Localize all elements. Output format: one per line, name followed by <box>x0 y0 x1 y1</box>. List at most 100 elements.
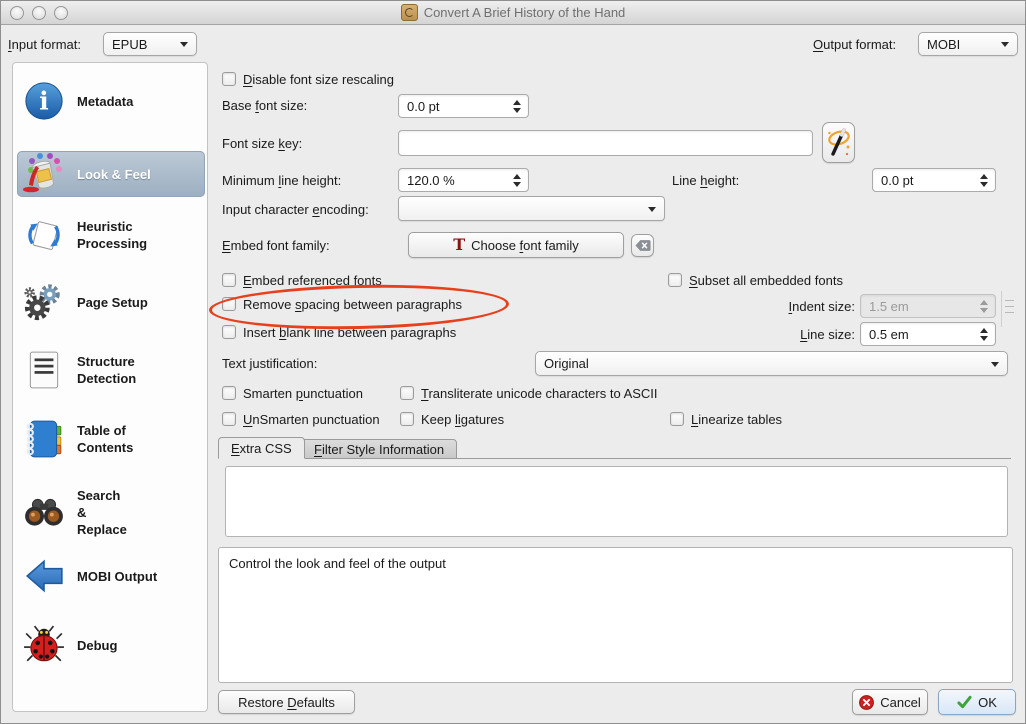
remove-spacing-checkbox[interactable] <box>222 297 236 311</box>
embed-font-family-label: Embed font family: <box>222 238 330 254</box>
splitter-grip[interactable] <box>1004 297 1015 321</box>
keep-ligatures-checkbox[interactable] <box>400 412 414 426</box>
sidebar-item-label: Metadata <box>77 93 197 110</box>
clear-font-family-button[interactable] <box>631 234 654 257</box>
cancel-button[interactable]: Cancel <box>852 689 928 715</box>
insert-blank-line-label: Insert blank line between paragraphs <box>243 325 456 340</box>
tab-filter-style-label: Filter Style Information <box>314 442 444 457</box>
chevron-down-icon <box>991 362 999 367</box>
input-format-label: Input format: <box>8 37 81 53</box>
spinner-arrows-icon <box>975 300 995 313</box>
linearize-tables-label: Linearize tables <box>691 412 782 427</box>
smarten-punctuation-label: Smarten punctuation <box>243 386 363 401</box>
embed-referenced-fonts-checkbox[interactable] <box>222 273 236 287</box>
line-size-spinner[interactable]: 0.5 em <box>860 322 996 346</box>
subset-embedded-fonts-label: Subset all embedded fonts <box>689 273 843 288</box>
sidebar-item-label: MOBI Output <box>77 568 197 585</box>
sidebar-item-metadata[interactable]: i Metadata <box>17 73 205 129</box>
spinner-arrows-icon[interactable] <box>975 328 995 341</box>
gears-icon <box>21 279 67 325</box>
sidebar-item-label: Table of Contents <box>77 422 141 456</box>
disable-font-rescaling-label: Disable font size rescaling <box>243 72 394 87</box>
remove-spacing-label: Remove spacing between paragraphs <box>243 297 462 312</box>
indent-size-label: Indent size: <box>655 299 855 315</box>
title-bar: Convert A Brief History of the Hand <box>1 1 1025 25</box>
window-minimize-button[interactable] <box>32 6 46 20</box>
indent-size-spinner: 1.5 em <box>860 294 996 318</box>
sidebar-item-table-of-contents[interactable]: Table of Contents <box>17 407 205 471</box>
minimum-line-height-spinner[interactable]: 120.0 % <box>398 168 529 192</box>
output-format-label: Output format: <box>813 37 896 53</box>
tab-extra-css-label: Extra CSS <box>231 441 292 456</box>
text-justification-label: Text justification: <box>222 356 317 372</box>
font-size-key-input[interactable] <box>398 130 813 156</box>
convert-book-icon <box>401 4 418 21</box>
insert-blank-line-row: Insert blank line between paragraphs <box>222 323 456 341</box>
transliterate-unicode-label: Transliterate unicode characters to ASCI… <box>421 386 658 401</box>
ok-label: OK <box>978 695 997 710</box>
transliterate-unicode-checkbox[interactable] <box>400 386 414 400</box>
keep-ligatures-row: Keep ligatures <box>400 410 504 428</box>
input-encoding-combobox[interactable] <box>398 196 665 221</box>
choose-font-family-label: Choose font family <box>471 238 579 253</box>
tab-filter-style-information[interactable]: Filter Style Information <box>301 439 457 459</box>
spinner-arrows-icon[interactable] <box>975 174 995 187</box>
ladybug-icon <box>21 622 67 668</box>
line-size-label: Line size: <box>655 327 855 343</box>
window-title: Convert A Brief History of the Hand <box>424 5 626 20</box>
smarten-punctuation-checkbox[interactable] <box>222 386 236 400</box>
unsmarten-punctuation-checkbox[interactable] <box>222 412 236 426</box>
category-description-box: Control the look and feel of the output <box>218 547 1013 683</box>
embed-referenced-fonts-row: Embed referenced fonts <box>222 271 382 289</box>
base-font-size-spinner[interactable]: 0.0 pt <box>398 94 529 118</box>
line-height-label: Line height: <box>672 173 739 189</box>
sidebar-item-search-replace[interactable]: Search & Replace <box>17 476 205 548</box>
input-format-select[interactable]: EPUB <box>103 32 197 56</box>
subset-embedded-fonts-row: Subset all embedded fonts <box>668 271 843 289</box>
window-zoom-button[interactable] <box>54 6 68 20</box>
input-encoding-label: Input character encoding: <box>222 202 369 218</box>
sidebar-item-label: Search & Replace <box>77 487 129 538</box>
sidebar-item-heuristic-processing[interactable]: Heuristic Processing <box>17 203 205 267</box>
font-letter-icon: T <box>453 237 465 253</box>
arrow-left-icon <box>21 553 67 599</box>
ok-button[interactable]: OK <box>938 689 1016 715</box>
insert-blank-line-checkbox[interactable] <box>222 325 236 339</box>
restore-defaults-button[interactable]: Restore Defaults <box>218 690 355 714</box>
extra-css-textarea[interactable] <box>225 466 1008 537</box>
magic-wand-icon <box>826 126 852 159</box>
output-format-value: MOBI <box>927 37 960 52</box>
sidebar-item-mobi-output[interactable]: MOBI Output <box>17 544 205 608</box>
output-format-select[interactable]: MOBI <box>918 32 1018 56</box>
linearize-tables-checkbox[interactable] <box>670 412 684 426</box>
ok-check-icon <box>957 695 972 709</box>
sidebar-item-structure-detection[interactable]: Structure Detection <box>17 338 205 402</box>
sidebar-item-debug[interactable]: Debug <box>17 613 205 677</box>
sidebar-item-label: Structure Detection <box>77 353 157 387</box>
unsmarten-punctuation-label: UnSmarten punctuation <box>243 412 380 427</box>
sidebar-item-look-and-feel[interactable]: Look & Feel <box>17 151 205 197</box>
sidebar-item-label: Look & Feel <box>77 166 197 183</box>
spinner-arrows-icon[interactable] <box>508 174 528 187</box>
unsmarten-punctuation-row: UnSmarten punctuation <box>222 410 380 428</box>
backspace-icon <box>635 239 651 252</box>
font-size-key-label: Font size key: <box>222 136 302 152</box>
spinner-arrows-icon[interactable] <box>508 100 528 113</box>
chevron-down-icon <box>180 42 188 47</box>
minimum-line-height-label: Minimum line height: <box>222 173 341 189</box>
window-close-button[interactable] <box>10 6 24 20</box>
sidebar-item-page-setup[interactable]: Page Setup <box>17 270 205 334</box>
line-height-spinner[interactable]: 0.0 pt <box>872 168 996 192</box>
document-lines-icon <box>21 347 67 393</box>
cancel-x-icon <box>859 695 874 710</box>
keep-ligatures-label: Keep ligatures <box>421 412 504 427</box>
smarten-punctuation-row: Smarten punctuation <box>222 384 363 402</box>
font-wizard-button[interactable] <box>822 122 855 163</box>
subset-embedded-fonts-checkbox[interactable] <box>668 273 682 287</box>
remove-spacing-row: Remove spacing between paragraphs <box>222 295 462 313</box>
disable-font-rescaling-row: Disable font size rescaling <box>222 70 394 88</box>
choose-font-family-button[interactable]: T Choose font family <box>408 232 624 258</box>
text-justification-select[interactable]: Original <box>535 351 1008 376</box>
tab-extra-css[interactable]: Extra CSS <box>218 437 305 459</box>
disable-font-rescaling-checkbox[interactable] <box>222 72 236 86</box>
